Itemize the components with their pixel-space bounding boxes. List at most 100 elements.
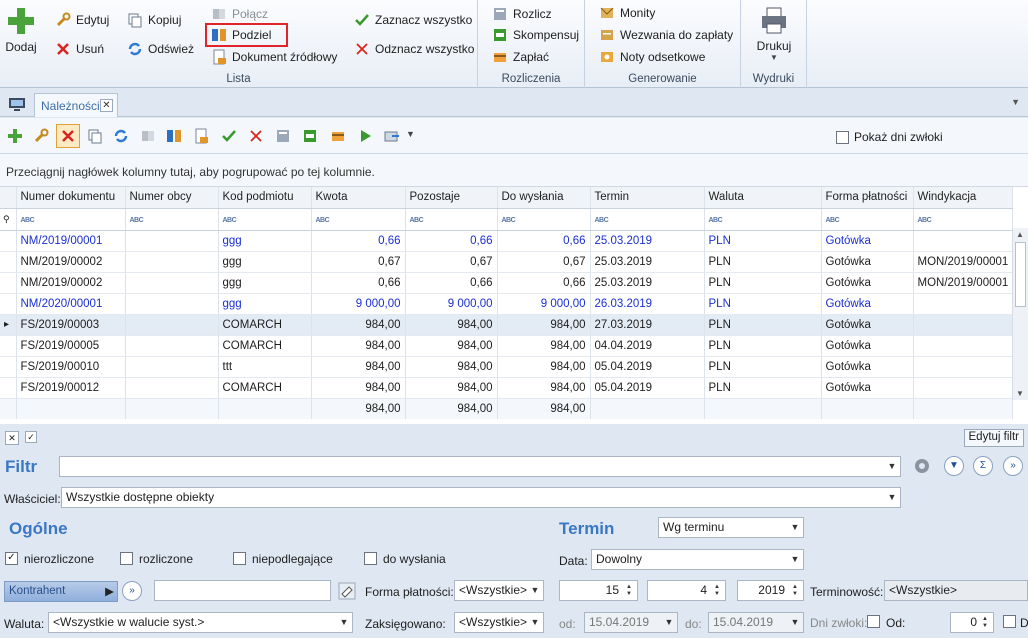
column-header[interactable]: Kwota (311, 187, 406, 209)
cell-coll[interactable]: MON/2019/00001 (913, 251, 1014, 273)
table-row[interactable]: FS/2019/00012 COMARCH 984,00 984,00 984,00 05… (0, 377, 1014, 399)
day-input[interactable]: 15 ▲ ▼ (559, 580, 638, 601)
cell-code[interactable]: ttt (218, 356, 312, 378)
toolbar-more-chevron-icon[interactable]: ▼ (406, 129, 415, 139)
pay-form-dropdown-icon[interactable]: ▼ (529, 584, 541, 597)
settled-checkbox[interactable] (120, 552, 133, 565)
to-send-checkbox[interactable] (364, 552, 377, 565)
row-indicator[interactable] (0, 251, 17, 273)
column-filter-cell[interactable]: ABC (497, 208, 591, 231)
cell-tosend[interactable]: 984,00 (497, 314, 591, 336)
cell-pay[interactable]: Gotówka (821, 314, 914, 336)
cell-cur[interactable]: PLN (704, 314, 822, 336)
column-header[interactable]: Forma płatności (821, 187, 914, 209)
cell-ext[interactable] (125, 335, 219, 357)
tab-receivables[interactable]: Należności ✕ (34, 93, 118, 117)
cell-code[interactable]: ggg (218, 272, 312, 294)
posted-dropdown-icon[interactable]: ▼ (529, 616, 541, 629)
cell-code[interactable]: ggg (218, 251, 312, 273)
year-input[interactable]: 2019 ▲ ▼ (737, 580, 804, 601)
cell-doc[interactable]: NM/2020/00001 (16, 293, 126, 315)
column-filter-cell[interactable]: ABC (311, 208, 406, 231)
cell-pay[interactable]: Gotówka (821, 356, 914, 378)
deselect-all-icon[interactable] (248, 128, 264, 144)
payment-requests-button[interactable]: Wezwania do zapłaty (599, 27, 733, 43)
column-header[interactable]: Waluta (704, 187, 822, 209)
cell-ext[interactable] (125, 251, 219, 273)
not-subject-checkbox[interactable] (233, 552, 246, 565)
pay-icon[interactable] (330, 128, 346, 144)
column-header[interactable]: Numer obcy (125, 187, 219, 209)
cell-ext[interactable] (125, 377, 219, 399)
column-header[interactable]: Kod podmiotu (218, 187, 312, 209)
cell-left[interactable]: 0,66 (405, 230, 498, 252)
apply-filter-button[interactable]: ▼ (944, 456, 964, 476)
cell-code[interactable]: COMARCH (218, 377, 312, 399)
cell-coll[interactable] (913, 377, 1014, 399)
date-select[interactable]: Dowolny ▼ (591, 549, 804, 570)
cell-cur[interactable]: PLN (704, 356, 822, 378)
cell-coll[interactable] (913, 293, 1014, 315)
merge-button[interactable]: Połącz (211, 6, 268, 22)
cell-amount[interactable]: 9 000,00 (311, 293, 406, 315)
row-indicator[interactable] (0, 293, 17, 315)
year-spin-icon[interactable]: ▲ ▼ (789, 584, 801, 597)
cell-amount[interactable]: 0,66 (311, 230, 406, 252)
cell-pay[interactable]: Gotówka (821, 335, 914, 357)
currency-dropdown-icon[interactable]: ▼ (338, 616, 350, 629)
column-filter-cell[interactable]: ABC (913, 208, 1014, 231)
row-indicator[interactable] (0, 335, 17, 357)
term-select[interactable]: <Wszystkie> (884, 580, 1028, 601)
column-filter-cell[interactable]: ABC (125, 208, 219, 231)
cell-left[interactable]: 984,00 (405, 377, 498, 399)
scroll-thumb[interactable] (1015, 242, 1026, 307)
edit-icon[interactable] (33, 128, 49, 144)
term-mode-select[interactable]: Wg terminu ▼ (658, 517, 804, 538)
cell-due[interactable]: 25.03.2019 (590, 230, 705, 252)
edit-button[interactable]: Edytuj (55, 12, 109, 28)
cell-code[interactable]: COMARCH (218, 314, 312, 336)
show-days-late-checkbox[interactable] (836, 131, 849, 144)
column-filter-cell[interactable]: ABC (821, 208, 914, 231)
source-document-icon[interactable] (193, 128, 209, 144)
add-button[interactable]: Dodaj (2, 6, 40, 54)
table-row[interactable]: NM/2020/00001 ggg 9 000,00 9 000,00 9 000,00… (0, 293, 1014, 315)
row-indicator[interactable] (0, 377, 17, 399)
pay-button[interactable]: Zapłać (492, 49, 549, 65)
cell-tosend[interactable]: 984,00 (497, 377, 591, 399)
monitor-icon[interactable] (8, 97, 26, 112)
from-date-input[interactable]: 15.04.2019 ▼ (584, 612, 678, 633)
cell-amount[interactable]: 0,67 (311, 251, 406, 273)
column-header[interactable]: Do wysłania (497, 187, 591, 209)
unsettled-checkbox[interactable]: ✓ (5, 552, 18, 565)
deselect-all-button[interactable]: Odznacz wszystko (354, 41, 474, 57)
column-filter-cell[interactable]: ABC (218, 208, 312, 231)
add-icon[interactable] (7, 128, 23, 144)
cell-cur[interactable]: PLN (704, 251, 822, 273)
cell-amount[interactable]: 984,00 (311, 314, 406, 336)
column-header[interactable]: Windykacja (913, 187, 1014, 209)
cell-left[interactable]: 0,67 (405, 251, 498, 273)
export-icon[interactable] (384, 128, 400, 144)
cell-ext[interactable] (125, 230, 219, 252)
table-row[interactable]: NM/2019/00002 ggg 0,67 0,67 0,67 25.03.2019 PL… (0, 251, 1014, 273)
cell-left[interactable]: 984,00 (405, 356, 498, 378)
column-filter-cell[interactable]: ABC (590, 208, 705, 231)
cell-pay[interactable]: Gotówka (821, 272, 914, 294)
cell-due[interactable]: 05.04.2019 (590, 377, 705, 399)
cell-due[interactable]: 04.04.2019 (590, 335, 705, 357)
sum-button[interactable]: Σ (973, 456, 993, 476)
cell-cur[interactable]: PLN (704, 230, 822, 252)
cell-ext[interactable] (125, 356, 219, 378)
cell-tosend[interactable]: 984,00 (497, 335, 591, 357)
cell-pay[interactable]: Gotówka (821, 230, 914, 252)
column-filter-cell[interactable]: ABC (405, 208, 498, 231)
cell-coll[interactable] (913, 230, 1014, 252)
reminders-button[interactable]: Monity (599, 5, 655, 21)
owner-select[interactable]: Wszystkie dostępne obiekty ▼ (61, 487, 901, 508)
print-button[interactable]: Drukuj ▼ (749, 6, 799, 62)
expand-filter-button[interactable]: » (1003, 456, 1023, 476)
cell-due[interactable]: 27.03.2019 (590, 314, 705, 336)
month-spin-icon[interactable]: ▲ ▼ (711, 584, 723, 597)
contractor-expand-button[interactable]: » (122, 581, 142, 601)
